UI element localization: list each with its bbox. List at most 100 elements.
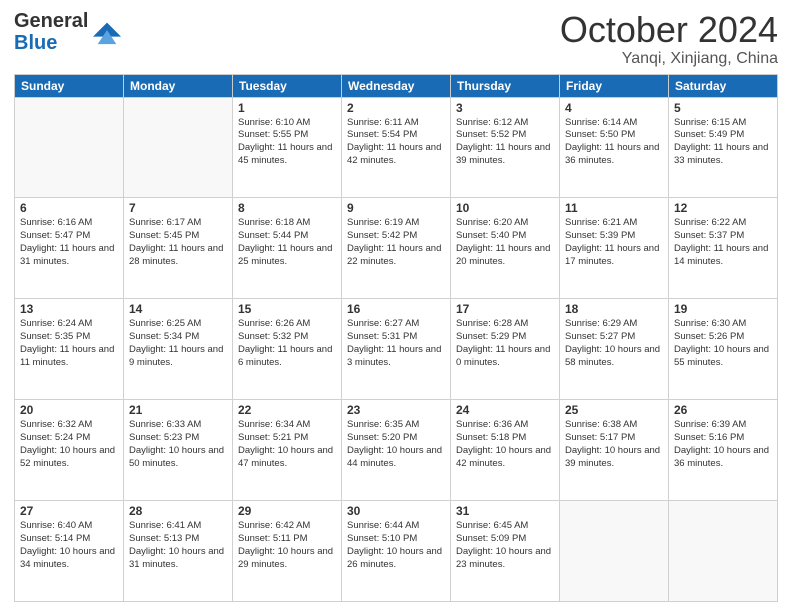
calendar-cell: 31 Sunrise: 6:45 AMSunset: 5:09 PMDayligh… [451,501,560,602]
day-info: Sunrise: 6:38 AMSunset: 5:17 PMDaylight:… [565,419,663,470]
day-info: Sunrise: 6:39 AMSunset: 5:16 PMDaylight:… [674,419,772,470]
calendar-cell: 27Sunrise: 6:40 AMSunset: 5:14 PMDayligh… [15,501,124,602]
calendar-cell [15,97,124,198]
calendar-cell: 2 Sunrise: 6:11 AMSunset: 5:54 PMDaylight… [342,97,451,198]
logo: General Blue [14,10,121,54]
calendar-cell: 24 Sunrise: 6:36 AMSunset: 5:18 PMDayligh… [451,400,560,501]
day-info: Sunrise: 6:21 AMSunset: 5:39 PMDaylight:… [565,217,663,268]
day-number: 26 [674,403,772,417]
calendar-cell [560,501,669,602]
logo-icon [93,18,121,46]
calendar-cell: 23 Sunrise: 6:35 AMSunset: 5:20 PMDayligh… [342,400,451,501]
day-number: 24 [456,403,554,417]
day-info: Sunrise: 6:26 AMSunset: 5:32 PMDaylight:… [238,318,336,369]
day-info: Sunrise: 6:32 AMSunset: 5:24 PMDaylight:… [20,419,118,470]
calendar-cell: 4 Sunrise: 6:14 AMSunset: 5:50 PMDaylight… [560,97,669,198]
calendar-cell: 30 Sunrise: 6:44 AMSunset: 5:10 PMDayligh… [342,501,451,602]
day-number: 10 [456,201,554,215]
calendar-cell: 11 Sunrise: 6:21 AMSunset: 5:39 PMDayligh… [560,198,669,299]
page-header: General Blue October 2024 Yanqi, Xinjian… [14,10,778,68]
day-number: 9 [347,201,445,215]
day-info: Sunrise: 6:16 AMSunset: 5:47 PMDaylight:… [20,217,118,268]
day-info: Sunrise: 6:20 AMSunset: 5:40 PMDaylight:… [456,217,554,268]
calendar-cell: 6 Sunrise: 6:16 AMSunset: 5:47 PMDaylight… [15,198,124,299]
calendar-cell [669,501,778,602]
day-number: 23 [347,403,445,417]
weekday-header-saturday: Saturday [669,74,778,97]
day-info: Sunrise: 6:18 AMSunset: 5:44 PMDaylight:… [238,217,336,268]
calendar-cell: 9Sunrise: 6:19 AMSunset: 5:42 PMDaylight… [342,198,451,299]
location-title: Yanqi, Xinjiang, China [560,50,778,68]
month-title: October 2024 [560,10,778,50]
day-number: 11 [565,201,663,215]
title-area: October 2024 Yanqi, Xinjiang, China [560,10,778,68]
day-number: 31 [456,504,554,518]
weekday-header-tuesday: Tuesday [233,74,342,97]
day-number: 22 [238,403,336,417]
day-number: 28 [129,504,227,518]
weekday-header-wednesday: Wednesday [342,74,451,97]
calendar-cell: 16Sunrise: 6:27 AMSunset: 5:31 PMDayligh… [342,299,451,400]
day-number: 19 [674,302,772,316]
calendar-cell: 18Sunrise: 6:29 AMSunset: 5:27 PMDayligh… [560,299,669,400]
day-info: Sunrise: 6:36 AMSunset: 5:18 PMDaylight:… [456,419,554,470]
day-info: Sunrise: 6:24 AMSunset: 5:35 PMDaylight:… [20,318,118,369]
calendar-cell: 3 Sunrise: 6:12 AMSunset: 5:52 PMDaylight… [451,97,560,198]
day-number: 15 [238,302,336,316]
day-info: Sunrise: 6:34 AMSunset: 5:21 PMDaylight:… [238,419,336,470]
day-number: 12 [674,201,772,215]
calendar-cell: 7 Sunrise: 6:17 AMSunset: 5:45 PMDaylight… [124,198,233,299]
day-info: Sunrise: 6:44 AMSunset: 5:10 PMDaylight:… [347,520,445,571]
logo-general: General [14,10,88,32]
calendar-cell: 5 Sunrise: 6:15 AMSunset: 5:49 PMDaylight… [669,97,778,198]
calendar-cell: 22 Sunrise: 6:34 AMSunset: 5:21 PMDayligh… [233,400,342,501]
day-number: 8 [238,201,336,215]
calendar-cell [124,97,233,198]
day-info: Sunrise: 6:15 AMSunset: 5:49 PMDaylight:… [674,117,772,168]
day-number: 4 [565,101,663,115]
day-number: 13 [20,302,118,316]
day-number: 3 [456,101,554,115]
day-info: Sunrise: 6:27 AMSunset: 5:31 PMDaylight:… [347,318,445,369]
calendar-table: SundayMondayTuesdayWednesdayThursdayFrid… [14,74,778,602]
weekday-header-monday: Monday [124,74,233,97]
calendar-cell: 13 Sunrise: 6:24 AMSunset: 5:35 PMDayligh… [15,299,124,400]
day-number: 5 [674,101,772,115]
day-info: Sunrise: 6:11 AMSunset: 5:54 PMDaylight:… [347,117,445,168]
day-info: Sunrise: 6:28 AMSunset: 5:29 PMDaylight:… [456,318,554,369]
weekday-header-sunday: Sunday [15,74,124,97]
day-number: 6 [20,201,118,215]
calendar-cell: 19 Sunrise: 6:30 AMSunset: 5:26 PMDayligh… [669,299,778,400]
calendar-cell: 25Sunrise: 6:38 AMSunset: 5:17 PMDayligh… [560,400,669,501]
day-info: Sunrise: 6:30 AMSunset: 5:26 PMDaylight:… [674,318,772,369]
calendar-cell: 29Sunrise: 6:42 AMSunset: 5:11 PMDayligh… [233,501,342,602]
day-number: 21 [129,403,227,417]
logo-blue: Blue [14,32,88,54]
weekday-header-friday: Friday [560,74,669,97]
day-info: Sunrise: 6:22 AMSunset: 5:37 PMDaylight:… [674,217,772,268]
day-info: Sunrise: 6:45 AMSunset: 5:09 PMDaylight:… [456,520,554,571]
day-info: Sunrise: 6:12 AMSunset: 5:52 PMDaylight:… [456,117,554,168]
day-info: Sunrise: 6:14 AMSunset: 5:50 PMDaylight:… [565,117,663,168]
day-info: Sunrise: 6:10 AMSunset: 5:55 PMDaylight:… [238,117,336,168]
calendar-cell: 12 Sunrise: 6:22 AMSunset: 5:37 PMDayligh… [669,198,778,299]
day-info: Sunrise: 6:40 AMSunset: 5:14 PMDaylight:… [20,520,118,571]
calendar-cell: 21Sunrise: 6:33 AMSunset: 5:23 PMDayligh… [124,400,233,501]
day-info: Sunrise: 6:35 AMSunset: 5:20 PMDaylight:… [347,419,445,470]
calendar-cell: 8 Sunrise: 6:18 AMSunset: 5:44 PMDaylight… [233,198,342,299]
calendar-cell: 15 Sunrise: 6:26 AMSunset: 5:32 PMDayligh… [233,299,342,400]
day-info: Sunrise: 6:17 AMSunset: 5:45 PMDaylight:… [129,217,227,268]
day-info: Sunrise: 6:41 AMSunset: 5:13 PMDaylight:… [129,520,227,571]
day-number: 1 [238,101,336,115]
day-number: 2 [347,101,445,115]
calendar-cell: 20Sunrise: 6:32 AMSunset: 5:24 PMDayligh… [15,400,124,501]
weekday-header-thursday: Thursday [451,74,560,97]
calendar-cell: 17Sunrise: 6:28 AMSunset: 5:29 PMDayligh… [451,299,560,400]
calendar-cell: 28 Sunrise: 6:41 AMSunset: 5:13 PMDayligh… [124,501,233,602]
day-number: 30 [347,504,445,518]
day-number: 7 [129,201,227,215]
day-info: Sunrise: 6:25 AMSunset: 5:34 PMDaylight:… [129,318,227,369]
calendar-cell: 26 Sunrise: 6:39 AMSunset: 5:16 PMDayligh… [669,400,778,501]
calendar-cell: 14Sunrise: 6:25 AMSunset: 5:34 PMDayligh… [124,299,233,400]
day-info: Sunrise: 6:29 AMSunset: 5:27 PMDaylight:… [565,318,663,369]
